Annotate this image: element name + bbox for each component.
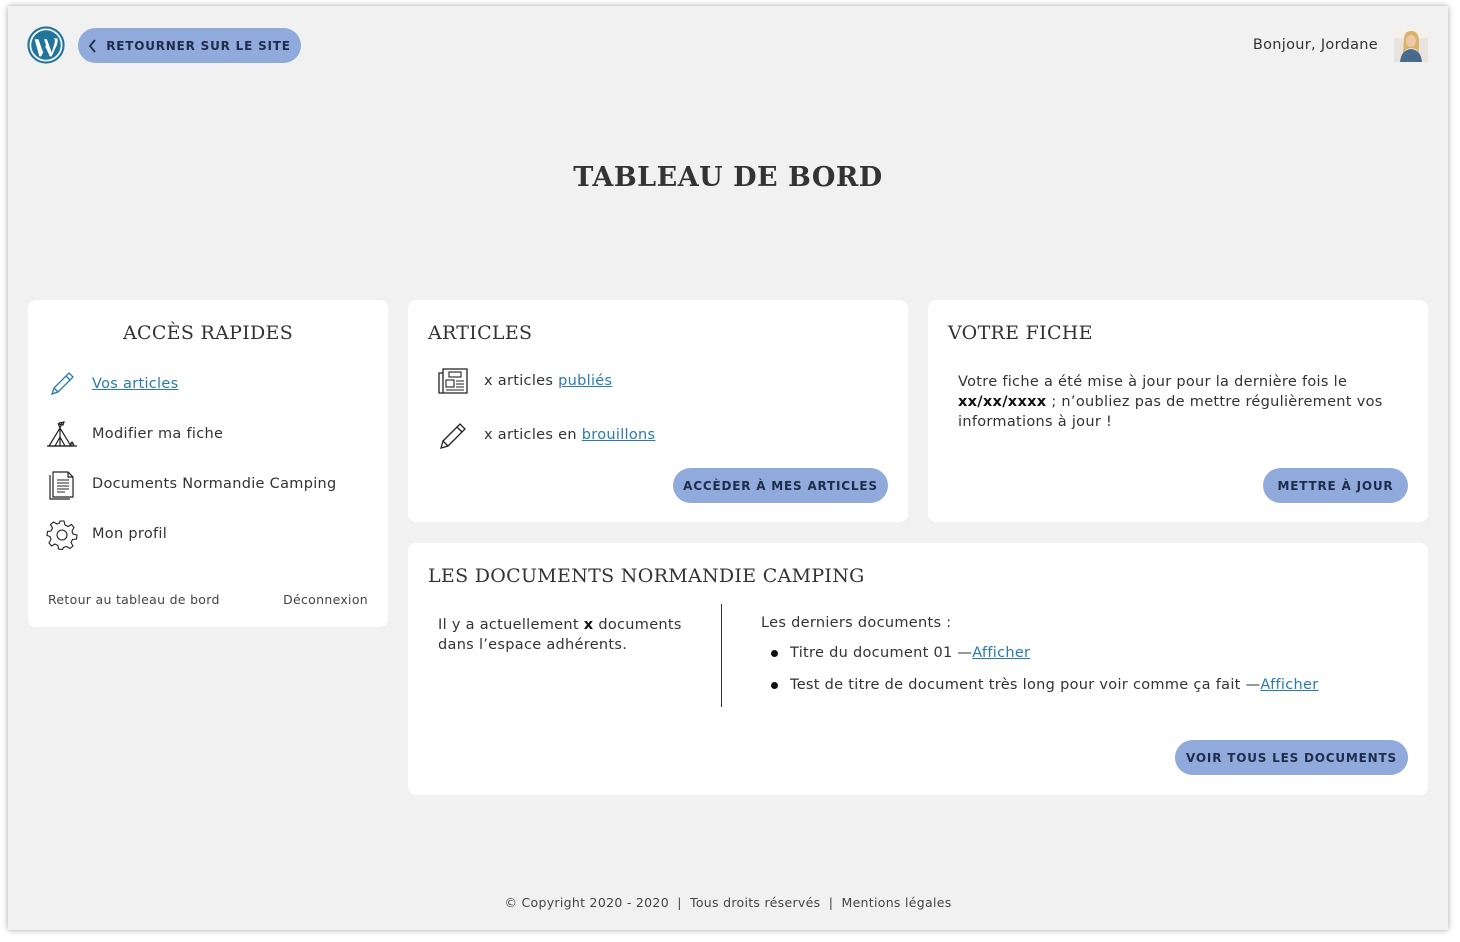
- document-title: Test de titre de document très long pour…: [790, 677, 1261, 693]
- access-articles-button[interactable]: ACCÈDER À MES ARTICLES: [673, 468, 888, 503]
- view-document-link[interactable]: Afficher: [1260, 677, 1318, 693]
- view-document-link[interactable]: Afficher: [972, 645, 1030, 661]
- fiche-text: Votre fiche a été mise à jour pour la de…: [958, 372, 1398, 432]
- quick-item-label[interactable]: Vos articles: [92, 376, 178, 392]
- legal-link[interactable]: Mentions légales: [841, 895, 951, 910]
- articles-card: ARTICLES x articles publiés x articles e…: [408, 300, 908, 522]
- quick-item-profile[interactable]: Mon profil: [46, 518, 167, 550]
- fiche-card: VOTRE FICHE Votre fiche a été mise à jou…: [928, 300, 1428, 522]
- back-to-dashboard-link[interactable]: Retour au tableau de bord: [48, 592, 220, 607]
- documents-divider: [721, 604, 722, 707]
- documents-title: LES DOCUMENTS NORMANDIE CAMPING: [428, 565, 865, 587]
- avatar[interactable]: [1394, 28, 1428, 62]
- page-title: TABLEAU DE BORD: [573, 162, 883, 193]
- published-articles-text: x articles publiés: [484, 373, 612, 389]
- document-icon: [49, 471, 74, 500]
- published-articles-row: x articles publiés: [436, 364, 612, 398]
- back-to-site-button[interactable]: RETOURNER SUR LE SITE: [78, 28, 301, 63]
- quick-access-card: ACCÈS RAPIDES Vos articles Modifier ma f…: [28, 300, 388, 627]
- fiche-text-before: Votre fiche a été mise à jour pour la de…: [958, 374, 1348, 390]
- list-item: Titre du document 01 — Afficher: [761, 645, 1030, 661]
- copyright-text: © Copyright 2020 - 2020: [504, 895, 669, 910]
- gear-icon: [46, 520, 78, 550]
- footer: © Copyright 2020 - 2020 | Tous droits ré…: [8, 895, 1448, 910]
- published-prefix: x articles: [484, 373, 559, 389]
- list-item: Test de titre de document très long pour…: [761, 677, 1318, 693]
- latest-documents-label: Les derniers documents :: [761, 615, 952, 631]
- bullet-icon: [771, 681, 778, 689]
- pencil-icon: [440, 423, 466, 449]
- footer-separator: |: [677, 895, 682, 910]
- published-link[interactable]: publiés: [558, 373, 612, 389]
- fiche-date: xx/xx/xxxx: [958, 394, 1047, 410]
- quick-item-documents[interactable]: Documents Normandie Camping: [46, 468, 337, 500]
- logout-link[interactable]: Déconnexion: [283, 592, 368, 607]
- documents-card: LES DOCUMENTS NORMANDIE CAMPING Il y a a…: [408, 543, 1428, 795]
- document-title: Titre du document 01 —: [790, 645, 973, 661]
- drafts-link[interactable]: brouillons: [582, 427, 656, 443]
- fiche-title: VOTRE FICHE: [948, 322, 1093, 344]
- bullet-icon: [771, 649, 778, 657]
- chevron-left-icon: [89, 38, 96, 53]
- quick-item-articles[interactable]: Vos articles: [46, 368, 178, 400]
- articles-title: ARTICLES: [428, 322, 533, 344]
- count-before: Il y a actuellement: [438, 617, 584, 633]
- wordpress-logo-icon[interactable]: [27, 26, 65, 64]
- back-to-site-label: RETOURNER SUR LE SITE: [106, 38, 291, 53]
- draft-articles-text: x articles en brouillons: [484, 427, 655, 443]
- view-all-documents-button[interactable]: VOIR TOUS LES DOCUMENTS: [1175, 740, 1408, 775]
- user-greeting: Bonjour, Jordane: [1252, 37, 1378, 53]
- quick-item-label: Modifier ma fiche: [92, 426, 224, 442]
- documents-count: x: [583, 617, 594, 633]
- footer-separator: |: [828, 895, 834, 910]
- draft-articles-row: x articles en brouillons: [436, 418, 655, 452]
- quick-access-title: ACCÈS RAPIDES: [122, 322, 294, 344]
- update-fiche-button[interactable]: METTRE À JOUR: [1263, 468, 1408, 503]
- quick-item-label: Documents Normandie Camping: [92, 476, 337, 492]
- dashboard-window: RETOURNER SUR LE SITE Bonjour, Jordane T…: [8, 6, 1448, 930]
- rights-link[interactable]: Tous droits réservés: [690, 895, 820, 910]
- quick-item-label: Mon profil: [92, 526, 168, 542]
- latest-documents: Les derniers documents : Titre du docume…: [761, 615, 1318, 693]
- tent-icon: [47, 421, 77, 447]
- newspaper-icon: [438, 368, 468, 394]
- quick-item-fiche[interactable]: Modifier ma fiche: [46, 418, 223, 450]
- pencil-icon: [50, 372, 74, 396]
- documents-count-text: Il y a actuellement x documents dans l’e…: [438, 615, 698, 655]
- drafts-prefix: x articles en: [484, 427, 582, 443]
